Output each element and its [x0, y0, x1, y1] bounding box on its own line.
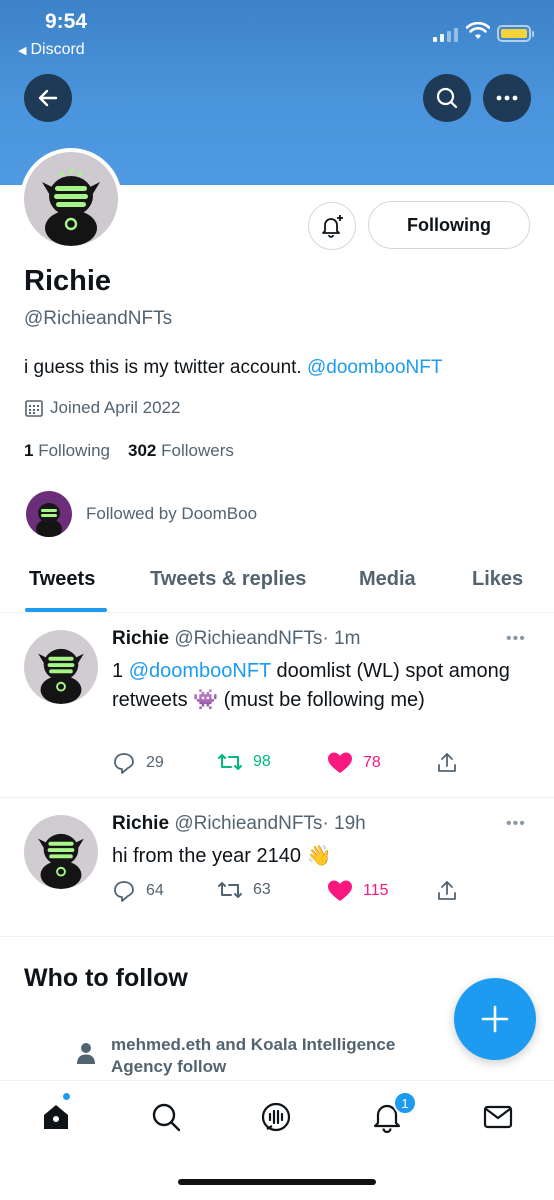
tab-tweets[interactable]: Tweets: [29, 568, 95, 591]
retweet-count: 63: [253, 881, 271, 898]
nav-spaces[interactable]: [256, 1097, 296, 1137]
who-to-follow-text: mehmed.eth and Koala Intelligence Agency…: [111, 1035, 396, 1076]
nav-search[interactable]: [146, 1097, 186, 1137]
status-time: 9:54: [45, 10, 88, 33]
following-count-link[interactable]: 1 Following: [24, 441, 110, 461]
reply-button[interactable]: 29: [112, 751, 164, 775]
notify-button[interactable]: [308, 202, 356, 250]
joined-label: Joined April 2022: [50, 398, 181, 417]
search-icon: [436, 87, 458, 109]
tweet-time: · 1m: [322, 628, 361, 649]
more-icon: [496, 95, 518, 101]
share-icon: [438, 753, 456, 772]
wifi-icon: [466, 22, 490, 39]
reply-count: 29: [146, 754, 164, 771]
followers-count-link[interactable]: 302 Followers: [128, 441, 234, 461]
tweet-mention-link[interactable]: @doombooNFT: [129, 660, 271, 682]
bell-plus-icon: [322, 215, 343, 238]
tweet-time: · 19h: [322, 813, 366, 834]
reply-icon: [114, 881, 134, 902]
retweet-icon: [218, 754, 242, 770]
tab-likes[interactable]: Likes: [472, 568, 523, 591]
battery-icon: [497, 25, 534, 42]
compose-plus-icon: [481, 1005, 509, 1033]
tweet-avatar[interactable]: [24, 815, 98, 889]
search-icon: [152, 1103, 181, 1132]
home-unread-dot: [62, 1092, 71, 1101]
share-button[interactable]: [435, 751, 459, 775]
bio-mention-link[interactable]: @doombooNFT: [307, 357, 442, 378]
heart-icon: [328, 880, 352, 901]
mail-icon: [483, 1105, 513, 1129]
profile-tabs: Tweets Tweets & replies Media Likes: [0, 555, 554, 613]
back-button[interactable]: [24, 74, 72, 122]
cellular-signal-icon: [433, 26, 458, 42]
follower-avatar: [26, 491, 72, 537]
following-button[interactable]: Following: [368, 201, 530, 249]
calendar-icon: [25, 400, 43, 417]
tweet[interactable]: Richie @RichieandNFTs· 19h ••• hi from t…: [0, 799, 554, 937]
notifications-badge: 1: [393, 1091, 417, 1115]
nav-messages[interactable]: [478, 1097, 518, 1137]
tab-tweets-replies[interactable]: Tweets & replies: [150, 568, 306, 591]
reply-icon: [114, 753, 134, 774]
who-to-follow-note: mehmed.eth and Koala Intelligence Agency…: [75, 1034, 445, 1078]
like-button[interactable]: 115: [327, 879, 389, 903]
like-button[interactable]: 78: [327, 751, 381, 775]
profile-bio: i guess this is my twitter account. @doo…: [24, 357, 442, 379]
tweet[interactable]: Richie @RichieandNFTs· 1m ••• 1 @doomboo…: [0, 614, 554, 798]
tweet-header: Richie @RichieandNFTs· 19h: [112, 813, 366, 835]
more-button[interactable]: [483, 74, 531, 122]
like-count: 78: [363, 754, 381, 771]
nav-home[interactable]: [36, 1097, 76, 1137]
followed-by-row[interactable]: Followed by DoomBoo: [26, 491, 257, 537]
reply-button[interactable]: 64: [112, 879, 164, 903]
share-icon: [438, 881, 456, 900]
back-triangle-icon: ◀: [18, 44, 27, 57]
tweet-actions: 29 98 78: [112, 751, 532, 781]
tweet-text: 1 @doombooNFT doomlist (WL) spot among r…: [112, 660, 510, 711]
doomboo-avatar-image: [36, 503, 62, 537]
nft-character-image: [38, 833, 84, 889]
share-button[interactable]: [435, 879, 459, 903]
like-count: 115: [363, 882, 389, 899]
retweet-button[interactable]: 63: [217, 879, 271, 901]
active-tab-indicator: [25, 608, 107, 612]
nft-character-image: [42, 169, 100, 246]
compose-tweet-button[interactable]: [454, 978, 536, 1060]
back-app-label: Discord: [30, 41, 85, 58]
tweet-text: hi from the year 2140 👋: [112, 845, 332, 867]
tweet-actions: 64 63 115: [112, 879, 532, 909]
retweet-icon: [218, 882, 242, 898]
tweet-author-handle: @RichieandNFTs: [174, 813, 323, 834]
who-to-follow-title: Who to follow: [24, 964, 188, 992]
profile-avatar[interactable]: [20, 148, 122, 250]
follow-counts: 1 Following 302 Followers: [24, 441, 234, 461]
heart-icon: [328, 752, 352, 773]
profile-name: Richie: [24, 265, 112, 297]
nft-character-image: [38, 648, 84, 704]
retweet-count: 98: [253, 753, 271, 770]
reply-count: 64: [146, 882, 164, 899]
followed-by-label: Followed by DoomBoo: [86, 504, 258, 523]
back-to-app-link[interactable]: ◀ Discord: [18, 41, 85, 59]
retweet-button[interactable]: 98: [217, 751, 271, 773]
profile-handle: @RichieandNFTs: [24, 308, 173, 329]
tweet-author-name[interactable]: Richie: [112, 628, 169, 649]
tweet-header: Richie @RichieandNFTs· 1m: [112, 628, 360, 650]
home-icon: [44, 1105, 68, 1129]
tab-media[interactable]: Media: [359, 568, 416, 591]
home-indicator: [178, 1179, 376, 1185]
tweet-author-name[interactable]: Richie: [112, 813, 169, 834]
tweet-avatar[interactable]: [24, 630, 98, 704]
bio-text: i guess this is my twitter account.: [24, 357, 307, 378]
spaces-icon: [261, 1102, 291, 1132]
joined-date: Joined April 2022: [24, 398, 180, 418]
person-icon: [77, 1043, 95, 1064]
tweet-more-icon[interactable]: •••: [506, 815, 526, 833]
tweet-author-handle: @RichieandNFTs: [174, 628, 323, 649]
search-button[interactable]: [423, 74, 471, 122]
tweet-more-icon[interactable]: •••: [506, 630, 526, 648]
back-arrow-icon: [38, 89, 58, 107]
